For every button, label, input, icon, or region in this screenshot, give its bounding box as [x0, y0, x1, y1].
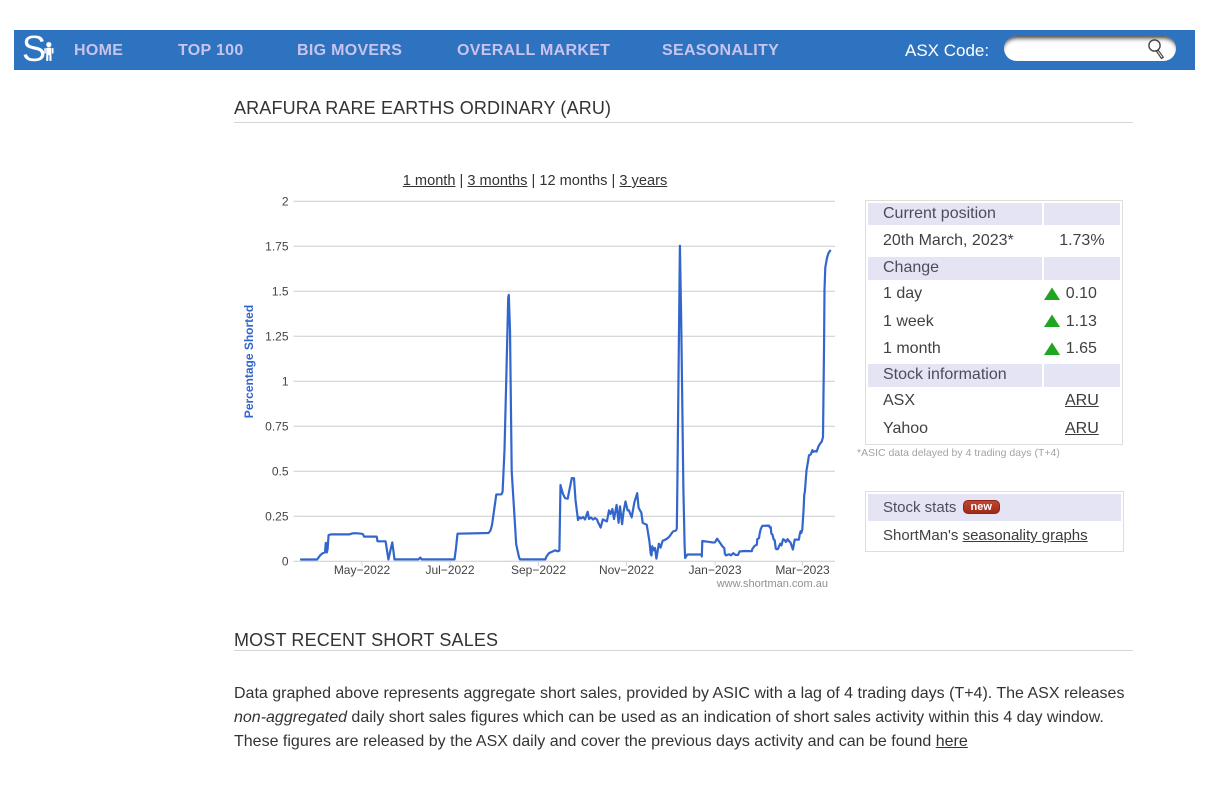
svg-text:Mar−2023: Mar−2023	[775, 563, 830, 577]
svg-text:May−2022: May−2022	[334, 563, 391, 577]
svg-text:2: 2	[282, 195, 289, 209]
svg-text:Nov−2022: Nov−2022	[599, 563, 654, 577]
svg-text:1.5: 1.5	[272, 285, 289, 299]
svg-text:1.75: 1.75	[265, 240, 289, 254]
svg-text:Jul−2022: Jul−2022	[425, 563, 474, 577]
svg-text:Sep−2022: Sep−2022	[511, 563, 566, 577]
svg-text:0.5: 0.5	[272, 465, 289, 479]
svg-text:1.25: 1.25	[265, 330, 289, 344]
svg-text:1: 1	[282, 375, 289, 389]
svg-text:0: 0	[282, 555, 289, 569]
svg-text:Percentage Shorted: Percentage Shorted	[242, 305, 256, 418]
svg-text:www.shortman.com.au: www.shortman.com.au	[716, 578, 828, 590]
svg-text:0.75: 0.75	[265, 420, 289, 434]
svg-text:0.25: 0.25	[265, 510, 289, 524]
svg-text:Jan−2023: Jan−2023	[688, 563, 741, 577]
